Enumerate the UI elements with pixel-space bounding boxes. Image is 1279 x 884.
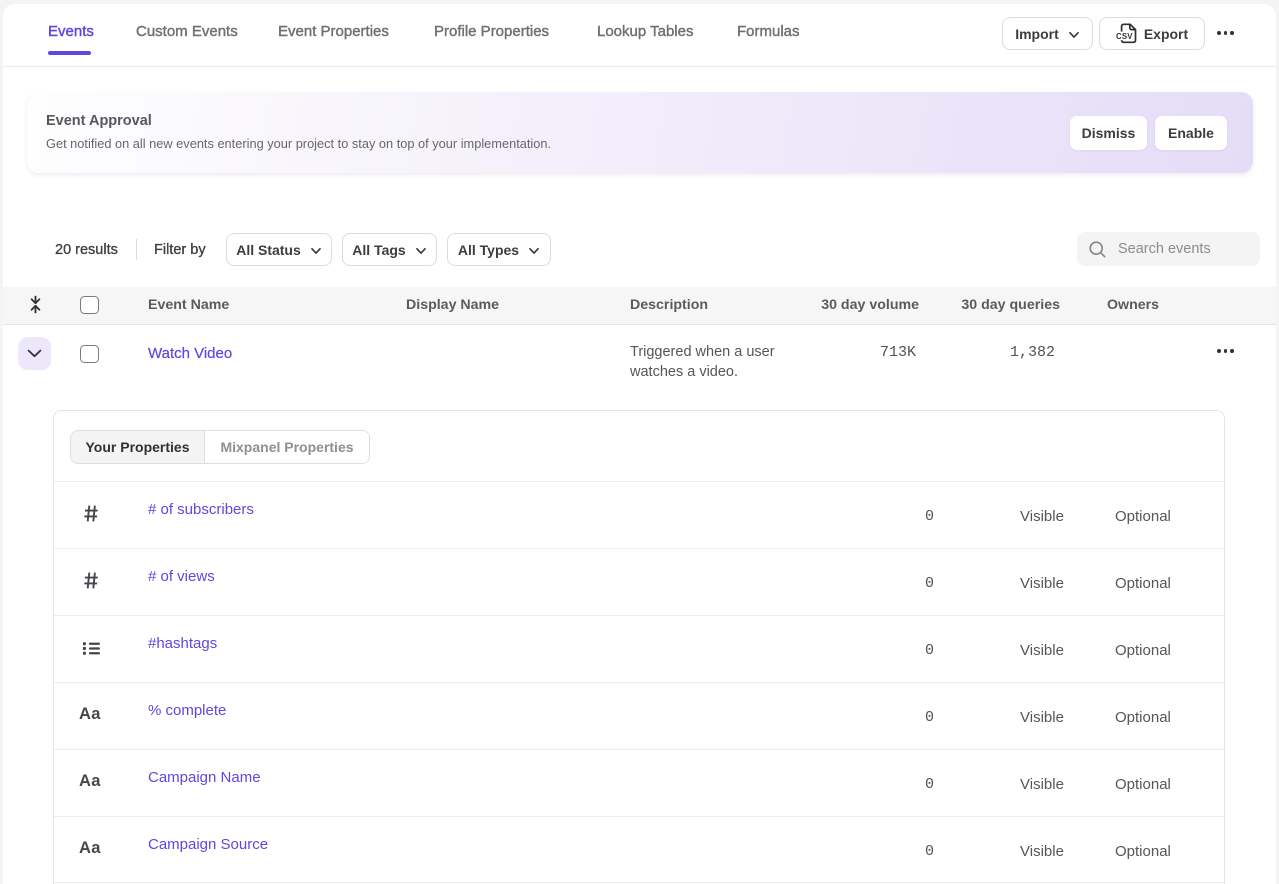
- svg-text:CSV: CSV: [1116, 32, 1133, 41]
